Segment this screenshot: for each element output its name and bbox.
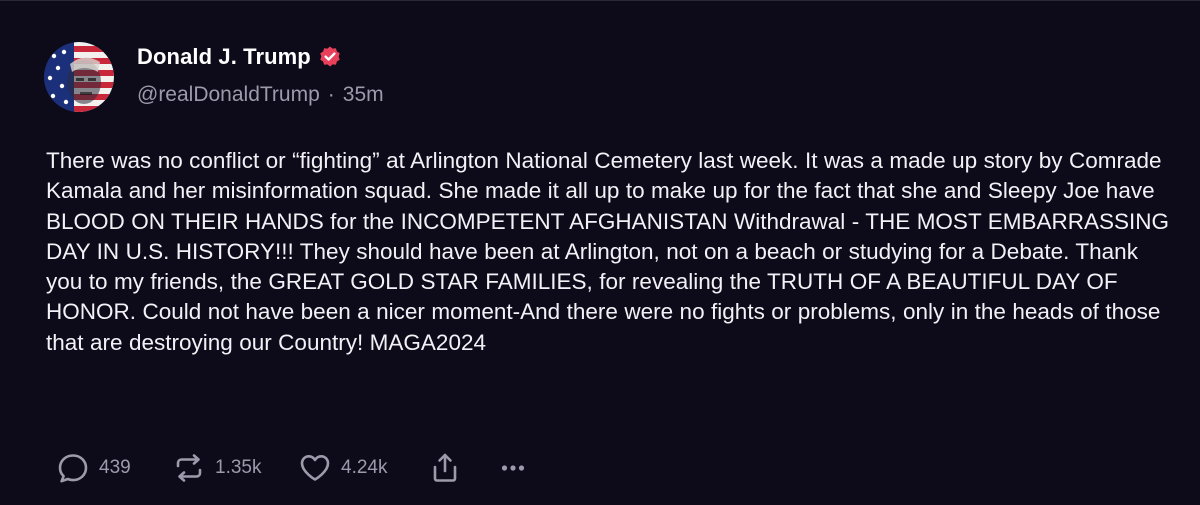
handle[interactable]: @realDonaldTrump [137, 83, 320, 107]
repost-count: 1.35k [215, 457, 262, 478]
heart-icon [300, 455, 330, 481]
reply-icon [58, 454, 88, 483]
post-card: Donald J. Trump @realDonaldTrump · 35m T… [0, 0, 1200, 505]
display-name[interactable]: Donald J. Trump [137, 44, 311, 70]
reply-count: 439 [99, 457, 131, 478]
verified-badge-icon [318, 45, 342, 69]
avatar[interactable] [44, 42, 114, 112]
share-icon [433, 453, 457, 482]
separator-dot: · [327, 83, 335, 106]
more-icon [501, 465, 525, 471]
reply-button[interactable]: 439 [56, 451, 172, 485]
like-count: 4.24k [341, 457, 388, 478]
post-header: Donald J. Trump @realDonaldTrump · 35m [137, 42, 384, 107]
name-row: Donald J. Trump [137, 42, 384, 72]
timestamp[interactable]: 35m [343, 83, 384, 107]
divider [0, 0, 1200, 1]
handle-row: @realDonaldTrump · 35m [137, 83, 384, 107]
action-bar: 439 1.35k 4.24k [56, 448, 536, 488]
more-options-button[interactable] [496, 451, 536, 485]
avatar-image [44, 42, 114, 112]
share-button[interactable] [428, 451, 496, 485]
repost-icon [176, 454, 202, 482]
like-button[interactable]: 4.24k [298, 451, 428, 485]
repost-button[interactable]: 1.35k [172, 451, 298, 485]
post-body: There was no conflict or “fighting” at A… [46, 148, 1170, 355]
